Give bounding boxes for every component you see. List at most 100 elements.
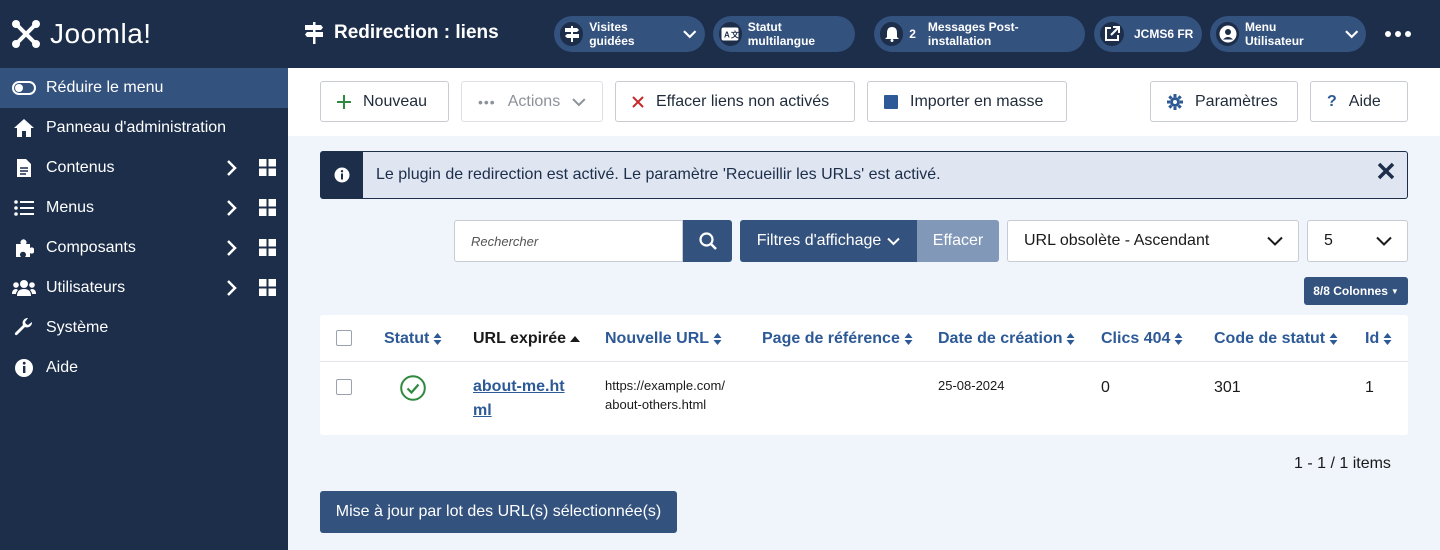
bulk-import-button[interactable]: Importer en masse xyxy=(867,81,1067,122)
gear-icon xyxy=(1167,93,1183,110)
joomla-logo[interactable]: Joomla! xyxy=(0,0,288,68)
help-label: Aide xyxy=(1348,92,1381,110)
chevron-right-icon[interactable] xyxy=(226,159,238,177)
new-button[interactable]: Nouveau xyxy=(320,81,449,122)
more-options-icon[interactable] xyxy=(1385,24,1411,44)
column-header-hits[interactable]: Clics 404 xyxy=(1101,330,1183,348)
list-icon xyxy=(12,198,36,218)
sidebar-item-label: Panneau d'administration xyxy=(46,119,227,136)
options-button[interactable]: Paramètres xyxy=(1150,81,1298,122)
info-icon xyxy=(12,358,36,378)
page-title: Redirection : liens xyxy=(304,22,499,44)
new-url-cell: https://example.com/ about-others.html xyxy=(605,376,725,414)
search-button[interactable] xyxy=(683,220,732,262)
signpost-icon xyxy=(560,22,584,46)
joomla-logo-icon xyxy=(12,20,40,48)
caret-down-icon: ▼ xyxy=(1390,286,1399,296)
post-installation-messages-button[interactable]: 2 Messages Post-installation xyxy=(874,16,1085,52)
guided-tours-button[interactable]: Visites guidées xyxy=(554,16,705,52)
user-menu-label: Menu Utilisateur xyxy=(1245,20,1304,48)
status-code-cell: 301 xyxy=(1214,379,1241,396)
column-header-id[interactable]: Id xyxy=(1365,330,1392,348)
user-menu-button[interactable]: Menu Utilisateur xyxy=(1210,16,1366,52)
columns-label: 8/8 Colonnes xyxy=(1313,284,1388,298)
sidebar-item-dashboard[interactable]: Panneau d'administration xyxy=(0,108,288,148)
filter-options-button[interactable]: Filtres d'affichage xyxy=(740,220,917,262)
chevron-right-icon[interactable] xyxy=(226,199,238,217)
old-url-link[interactable]: about-me.ht ml xyxy=(473,375,565,423)
filter-options-label: Filtres d'affichage xyxy=(756,232,882,249)
column-header-label: URL expirée xyxy=(473,330,567,347)
purge-unpublished-button[interactable]: Effacer liens non activés xyxy=(615,81,855,122)
clear-filters-button[interactable]: Effacer xyxy=(917,220,999,262)
ordering-select[interactable]: URL obsolète - Ascendant xyxy=(1007,220,1299,262)
sort-ascending-icon xyxy=(570,336,581,342)
search-icon xyxy=(698,232,717,250)
sidebar-item-system[interactable]: Système xyxy=(0,308,288,348)
column-header-status-code[interactable]: Code de statut xyxy=(1214,330,1338,348)
chevron-down-icon xyxy=(1252,221,1298,261)
bulk-import-label: Importer en masse xyxy=(910,92,1044,110)
file-icon xyxy=(12,158,36,178)
dashboard-grid-icon[interactable] xyxy=(259,279,276,296)
times-icon xyxy=(632,95,644,108)
search-input[interactable] xyxy=(454,220,683,262)
dashboard-grid-icon[interactable] xyxy=(259,199,276,216)
new-url-text: https://example.com/ xyxy=(605,378,725,393)
users-icon xyxy=(12,278,36,298)
column-header-new-url[interactable]: Nouvelle URL xyxy=(605,330,722,348)
column-header-label: Code de statut xyxy=(1214,330,1326,347)
info-alert: Le plugin de redirection est activé. Le … xyxy=(320,151,1408,199)
dashboard-grid-icon[interactable] xyxy=(259,159,276,176)
close-icon[interactable] xyxy=(1377,162,1395,180)
options-label: Paramètres xyxy=(1195,92,1278,110)
chevron-down-icon xyxy=(572,97,586,106)
sort-icon xyxy=(1383,333,1392,345)
ordering-value: URL obsolète - Ascendant xyxy=(1024,232,1210,249)
page-title-text: Redirection : liens xyxy=(334,22,499,43)
list-limit-select[interactable]: 5 xyxy=(1307,220,1408,262)
sidebar-item-menus[interactable]: Menus xyxy=(0,188,288,228)
sort-icon xyxy=(433,333,442,345)
question-icon: ? xyxy=(1327,92,1337,110)
column-header-referer[interactable]: Page de référence xyxy=(762,330,913,348)
table-header: Statut URL expirée Nouvelle URL Page de … xyxy=(320,315,1408,362)
batch-update-button[interactable]: Mise à jour par lot des URL(s) sélection… xyxy=(320,491,677,533)
old-url-text: ml xyxy=(473,402,492,419)
chevron-right-icon[interactable] xyxy=(226,279,238,297)
home-icon xyxy=(12,118,36,138)
signpost-icon xyxy=(305,22,323,44)
chevron-down-icon xyxy=(1344,30,1358,39)
multilingual-status-button[interactable]: A文 Statut multilangue xyxy=(713,16,855,52)
published-check-icon[interactable] xyxy=(400,375,426,401)
top-header: Redirection : liens Visites guidées A文 S… xyxy=(288,0,1440,68)
info-icon xyxy=(321,152,363,198)
plus-icon xyxy=(337,94,351,109)
external-link-icon xyxy=(1100,22,1124,46)
wrench-icon xyxy=(12,318,36,338)
actions-dropdown[interactable]: ••• Actions xyxy=(461,81,603,122)
select-all-checkbox[interactable] xyxy=(336,330,352,346)
sidebar-item-users[interactable]: Utilisateurs xyxy=(0,268,288,308)
sidebar-item-components[interactable]: Composants xyxy=(0,228,288,268)
sort-icon xyxy=(1329,333,1338,345)
column-header-status[interactable]: Statut xyxy=(384,330,442,348)
sidebar-item-help[interactable]: Aide xyxy=(0,348,288,388)
chevron-right-icon[interactable] xyxy=(226,239,238,257)
help-button[interactable]: ? Aide xyxy=(1310,81,1408,122)
column-header-created-date[interactable]: Date de création xyxy=(938,330,1075,348)
square-icon xyxy=(884,94,898,109)
row-checkbox[interactable] xyxy=(336,379,352,395)
chevron-down-icon xyxy=(683,30,697,39)
sidebar: Joomla! Réduire le menu Panneau d'admini… xyxy=(0,0,288,550)
actions-label: Actions xyxy=(507,92,561,110)
sidebar-item-toggle-menu[interactable]: Réduire le menu xyxy=(0,68,288,108)
puzzle-icon xyxy=(12,238,36,258)
view-site-button[interactable]: JCMS6 FR xyxy=(1094,16,1202,52)
svg-text:文: 文 xyxy=(731,30,739,40)
columns-toggle-button[interactable]: 8/8 Colonnes ▼ xyxy=(1304,277,1408,305)
sidebar-item-content[interactable]: Contenus xyxy=(0,148,288,188)
sidebar-item-label: Menus xyxy=(46,199,95,216)
column-header-old-url[interactable]: URL expirée xyxy=(473,330,581,348)
dashboard-grid-icon[interactable] xyxy=(259,239,276,256)
